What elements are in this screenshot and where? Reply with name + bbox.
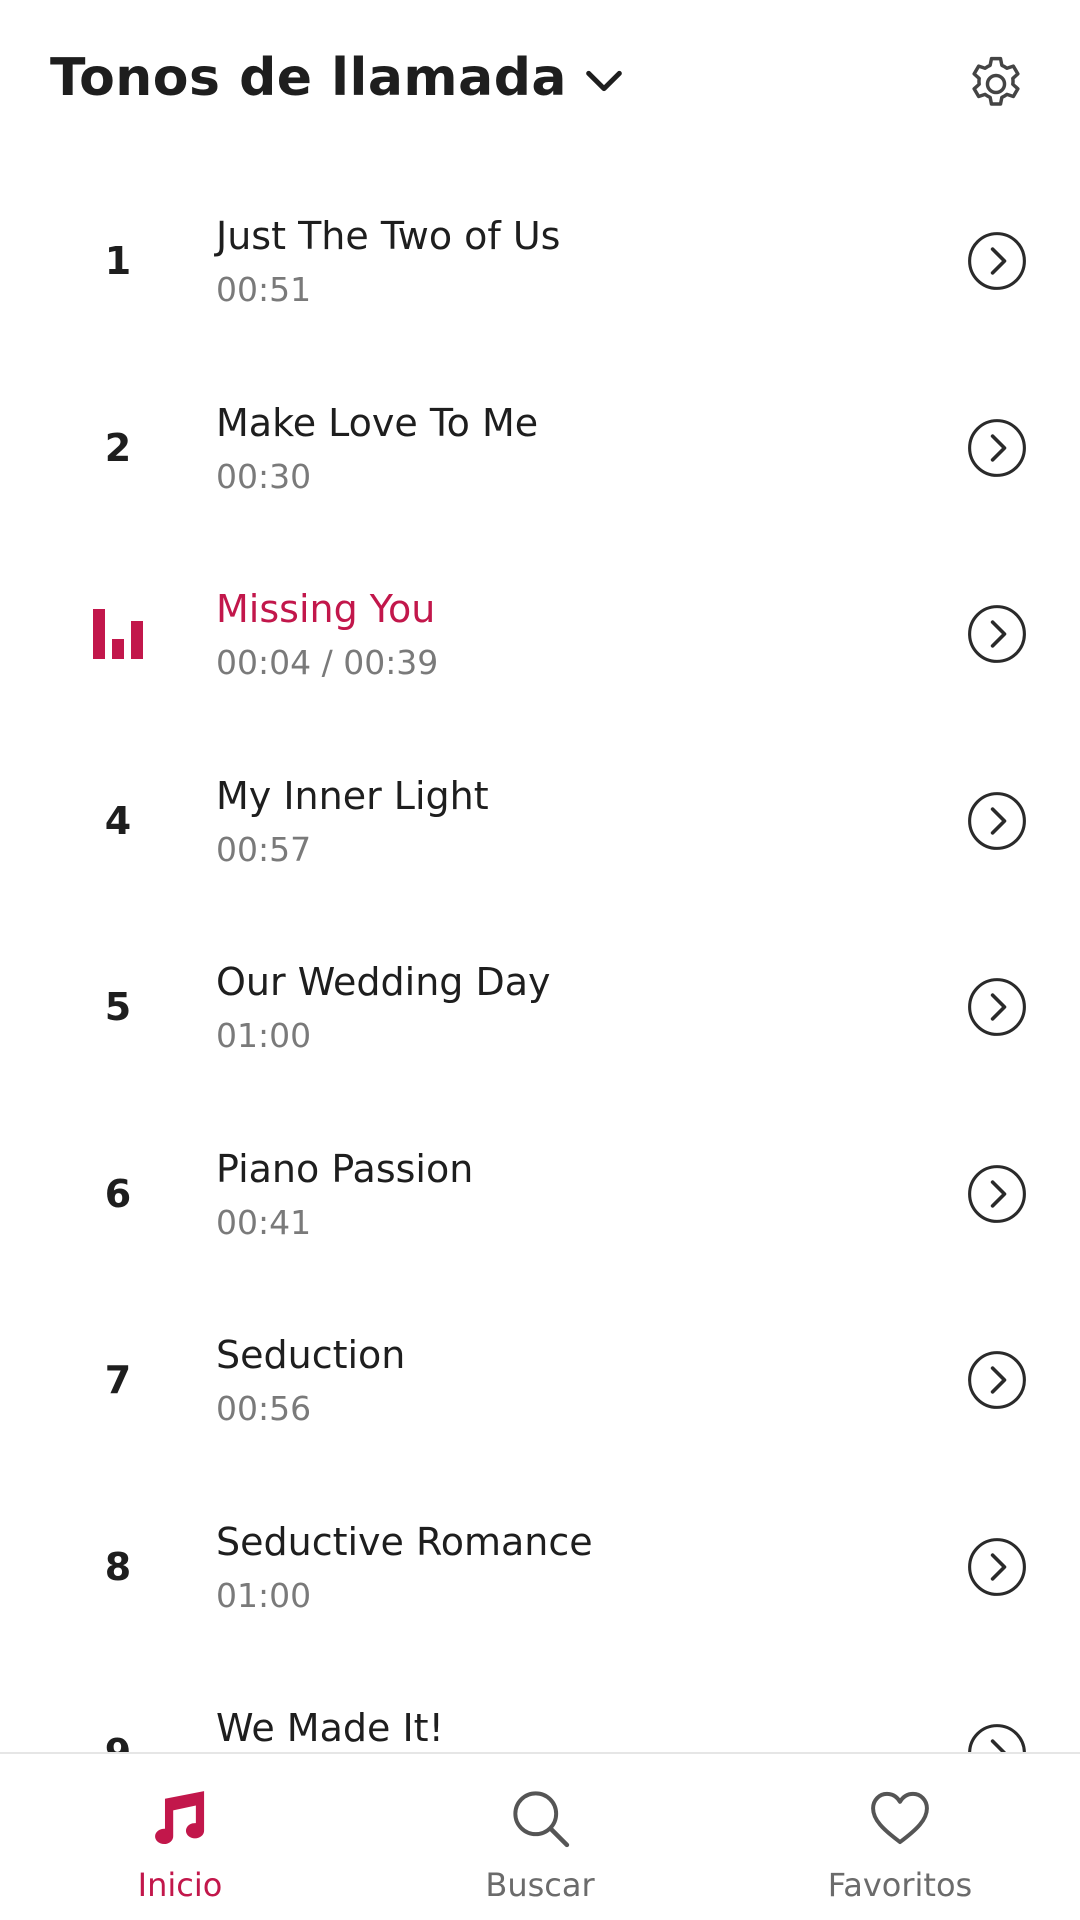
chevron-right-circle-icon xyxy=(968,1537,1026,1596)
track-number: 1 xyxy=(104,239,132,284)
track-duration: 01:00 xyxy=(216,1016,312,1055)
track-name: Missing You xyxy=(216,587,436,631)
track-progress: 00:04 / 00:39 xyxy=(216,643,439,682)
music-note-icon xyxy=(155,1791,205,1845)
nav-label: Buscar xyxy=(485,1866,595,1904)
track-name: We Made It! xyxy=(216,1706,444,1750)
chevron-right-circle-icon xyxy=(968,1164,1026,1223)
track-duration: 00:56 xyxy=(216,1389,312,1428)
category-selector[interactable]: Tonos de llamada xyxy=(50,48,627,108)
track-name: Seduction xyxy=(216,1333,406,1377)
track-duration: 01:00 xyxy=(216,1575,312,1615)
track-name: My Inner Light xyxy=(216,773,489,818)
nav-label: Inicio xyxy=(137,1866,223,1904)
ringtone-row[interactable]: 4 My Inner Light 00:57 xyxy=(0,728,1080,915)
gear-icon[interactable] xyxy=(964,52,1028,116)
track-duration: 00:41 xyxy=(216,1202,312,1242)
heart-icon xyxy=(871,1791,929,1845)
chevron-right-circle-icon xyxy=(968,1351,1026,1410)
ringtone-row[interactable]: 1 Just The Two of Us 00:51 xyxy=(0,168,1080,355)
nav-tab-buscar[interactable]: Buscar xyxy=(360,1754,720,1920)
header: Tonos de llamada xyxy=(0,0,1080,170)
chevron-right-circle-icon xyxy=(968,605,1026,664)
bottom-navigation: Inicio Buscar Favoritos xyxy=(0,1752,1080,1920)
ringtone-row[interactable]: 7 Seduction 00:56 xyxy=(0,1287,1080,1474)
track-name: Make Love To Me xyxy=(216,400,539,445)
nav-tab-inicio[interactable]: Inicio xyxy=(0,1754,360,1920)
track-duration: 00:51 xyxy=(216,270,312,309)
open-track-button[interactable] xyxy=(966,914,1028,1101)
chevron-right-circle-icon xyxy=(968,232,1026,291)
track-number: 7 xyxy=(104,1358,132,1403)
ringtone-row[interactable]: 5 Our Wedding Day 01:00 xyxy=(0,914,1080,1101)
open-track-button[interactable] xyxy=(966,728,1028,915)
nav-tab-favoritos[interactable]: Favoritos xyxy=(720,1754,1080,1920)
ringtone-row[interactable]: 6 Piano Passion 00:41 xyxy=(0,1101,1080,1288)
track-name: Seductive Romance xyxy=(216,1519,593,1564)
equalizer-icon xyxy=(93,541,143,728)
track-name: Our Wedding Day xyxy=(216,960,551,1004)
track-number: 9 xyxy=(88,1660,148,1752)
nav-label: Favoritos xyxy=(827,1866,973,1904)
ringtone-list[interactable]: 1 Just The Two of Us 00:51 2 Make Love T… xyxy=(0,168,1080,1752)
open-track-button[interactable] xyxy=(966,1101,1028,1288)
open-track-button[interactable] xyxy=(966,168,1028,355)
chevron-down-icon xyxy=(586,70,622,92)
ringtone-row[interactable]: 9 We Made It! xyxy=(0,1660,1080,1752)
open-track-button[interactable] xyxy=(966,355,1028,542)
open-track-button[interactable] xyxy=(966,1474,1028,1661)
track-duration: 00:57 xyxy=(216,829,312,869)
ringtone-row[interactable]: 2 Make Love To Me 00:30 xyxy=(0,355,1080,542)
ringtone-row[interactable]: 8 Seductive Romance 01:00 xyxy=(0,1474,1080,1661)
open-track-button[interactable] xyxy=(966,1287,1028,1474)
chevron-right-circle-icon xyxy=(968,978,1026,1037)
track-number: 5 xyxy=(104,985,132,1030)
page-title: Tonos de llamada xyxy=(50,48,568,108)
app-screen: Tonos de llamada 1 Just The Two of Us 00… xyxy=(0,0,1080,1920)
chevron-right-circle-icon xyxy=(968,418,1026,477)
track-number: 8 xyxy=(104,1544,132,1589)
track-name: Piano Passion xyxy=(216,1146,474,1191)
ringtone-row-playing[interactable]: Missing You 00:04 / 00:39 xyxy=(0,541,1080,728)
chevron-right-circle-icon xyxy=(968,1724,1026,1752)
open-track-button[interactable] xyxy=(966,541,1028,728)
open-track-button[interactable] xyxy=(966,1660,1028,1752)
track-number: 2 xyxy=(104,425,132,470)
track-name: Just The Two of Us xyxy=(216,214,561,258)
track-number: 6 xyxy=(104,1171,132,1216)
search-icon xyxy=(513,1791,570,1848)
track-number: 4 xyxy=(104,798,132,843)
chevron-right-circle-icon xyxy=(968,791,1026,850)
track-duration: 00:30 xyxy=(216,456,312,496)
